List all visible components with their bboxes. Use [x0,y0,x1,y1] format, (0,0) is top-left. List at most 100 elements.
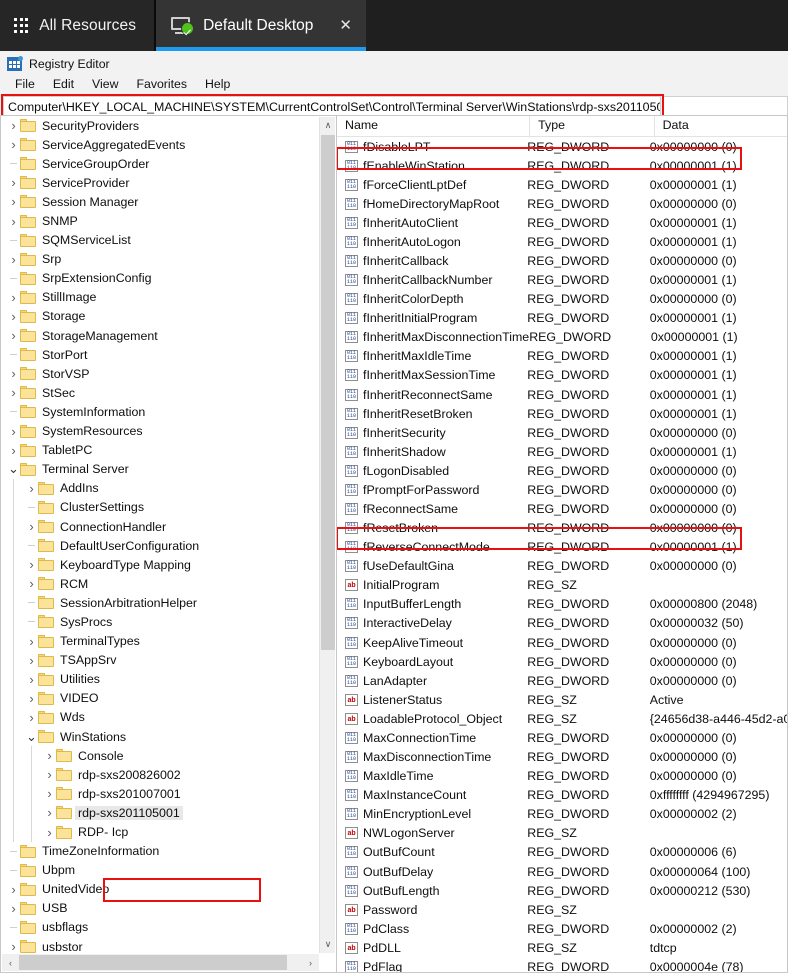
tree-item-usbstor[interactable]: › usbstor [1,937,320,954]
chevron-right-icon[interactable]: › [7,901,20,916]
chevron-right-icon[interactable]: › [25,653,38,668]
table-row[interactable]: MaxIdleTime REG_DWORD 0x00000000 (0) [337,767,787,786]
table-row[interactable]: PdDLL REG_SZ tdtcp [337,938,787,957]
table-row[interactable]: OutBufLength REG_DWORD 0x00000212 (530) [337,881,787,900]
chevron-right-icon[interactable]: › [7,175,20,190]
table-row[interactable]: fLogonDisabled REG_DWORD 0x00000000 (0) [337,461,787,480]
tree-item-storagemanagement[interactable]: › StorageManagement [1,326,320,345]
tree-item-usb[interactable]: › USB [1,899,320,918]
tree-scroll-thumb[interactable] [321,135,335,650]
table-row[interactable]: fInheritColorDepth REG_DWORD 0x00000000 (0… [337,290,787,309]
chevron-right-icon[interactable]: › [43,767,56,782]
table-row[interactable]: MaxInstanceCount REG_DWORD 0xffffffff (429… [337,786,787,805]
table-row[interactable]: MaxConnectionTime REG_DWORD 0x00000000 (0) [337,728,787,747]
tree-item-snmp[interactable]: › SNMP [1,211,320,230]
chevron-right-icon[interactable]: › [43,805,56,820]
table-row[interactable]: fInheritShadow REG_DWORD 0x00000001 (1) [337,442,787,461]
tree-item-stsec[interactable]: › StSec [1,383,320,402]
tree-item-utilities[interactable]: › Utilities [1,669,320,689]
tree-hscroll-thumb[interactable] [19,955,287,970]
tree-item-srpextensionconfig[interactable]: SrpExtensionConfig [1,269,320,288]
tree-item-systemresources[interactable]: › SystemResources [1,422,320,441]
tree-item-connectionhandler[interactable]: › ConnectionHandler [1,516,320,537]
tree-item-rdp-sxs201105001[interactable]: › rdp-sxs201105001 [1,803,320,823]
column-header-name[interactable]: Name [337,116,531,136]
table-row[interactable]: fInheritInitialProgram REG_DWORD 0x0000000… [337,309,787,328]
table-row[interactable]: PdFlag REG_DWORD 0x0000004e (78) [337,957,787,972]
chevron-right-icon[interactable]: › [7,214,20,229]
table-row[interactable]: PdClass REG_DWORD 0x00000002 (2) [337,919,787,938]
chevron-up-icon[interactable]: ∧ [320,117,336,134]
chevron-right-icon[interactable]: › [7,424,20,439]
tree-item-terminal-server[interactable]: ⌄ Terminal Server [1,460,320,479]
table-row[interactable]: OutBufCount REG_DWORD 0x00000006 (6) [337,843,787,862]
chevron-right-icon[interactable]: › [7,443,20,458]
table-row[interactable]: MaxDisconnectionTime REG_DWORD 0x00000000 … [337,748,787,767]
tree-item-systeminformation[interactable]: SystemInformation [1,402,320,421]
tree-item-storport[interactable]: StorPort [1,345,320,364]
tree-horizontal-scrollbar[interactable]: ‹ › [2,954,319,971]
tree-item-defaultuserconfiguration[interactable]: DefaultUserConfiguration [1,536,320,556]
menu-item-file[interactable]: File [6,75,44,93]
tree-item-securityproviders[interactable]: › SecurityProviders [1,116,320,135]
tree-item-stillimage[interactable]: › StillImage [1,288,320,307]
tree-item-addins[interactable]: › AddIns [1,478,320,498]
tree-item-storage[interactable]: › Storage [1,307,320,326]
tree-item-sysprocs[interactable]: SysProcs [1,612,320,632]
chevron-right-icon[interactable]: › [7,882,20,897]
tree-item-tabletpc[interactable]: › TabletPC [1,441,320,460]
chevron-right-icon[interactable]: › [7,118,20,133]
table-row[interactable]: fEnableWinStation REG_DWORD 0x00000001 (1) [337,156,787,175]
tree-vertical-scrollbar[interactable]: ∧ ∨ [319,117,335,953]
table-row[interactable]: fInheritSecurity REG_DWORD 0x00000000 (0) [337,423,787,442]
table-row[interactable]: LoadableProtocol_Object REG_SZ {24656d38-a… [337,709,787,728]
chevron-right-icon[interactable]: › [25,557,38,572]
chevron-right-icon[interactable]: › [7,366,20,381]
chevron-right-icon[interactable]: › [7,328,20,343]
tree-item-session-manager[interactable]: › Session Manager [1,192,320,211]
tab-all-resources[interactable]: All Resources [0,0,157,51]
table-row[interactable]: fInheritAutoClient REG_DWORD 0x00000001 (1… [337,213,787,232]
table-row[interactable]: fInheritMaxDisconnectionTimeREG_DWORD 0x0… [337,328,787,347]
table-row[interactable]: LanAdapter REG_DWORD 0x00000000 (0) [337,671,787,690]
chevron-right-icon[interactable]: › [302,954,319,971]
chevron-right-icon[interactable]: › [25,576,38,591]
chevron-right-icon[interactable]: › [43,825,56,840]
table-row[interactable]: fDisableLPT REG_DWORD 0x00000000 (0) [337,137,787,156]
chevron-down-icon[interactable]: ∨ [320,936,336,953]
chevron-right-icon[interactable]: › [7,385,20,400]
chevron-right-icon[interactable]: › [25,634,38,649]
table-row[interactable]: KeepAliveTimeout REG_DWORD 0x00000000 (0) [337,633,787,652]
registry-key-tree[interactable]: › SecurityProviders › ServiceAggregatedEven… [0,115,336,973]
table-row[interactable]: Password REG_SZ [337,900,787,919]
tree-item-storvsp[interactable]: › StorVSP [1,364,320,383]
table-row[interactable]: fInheritReconnectSame REG_DWORD 0x00000001… [337,385,787,404]
table-row[interactable]: fResetBroken REG_DWORD 0x00000000 (0) [337,519,787,538]
table-row[interactable]: fInheritAutoLogon REG_DWORD 0x00000001 (1) [337,232,787,251]
column-header-type[interactable]: Type [530,116,655,136]
chevron-left-icon[interactable]: ‹ [2,954,19,971]
table-row[interactable]: MinEncryptionLevel REG_DWORD 0x00000002 (2… [337,805,787,824]
tree-item-timezoneinformation[interactable]: TimeZoneInformation [1,842,320,861]
tree-item-wds[interactable]: › Wds [1,707,320,727]
table-row[interactable]: OutBufDelay REG_DWORD 0x00000064 (100) [337,862,787,881]
tree-item-clustersettings[interactable]: ClusterSettings [1,497,320,517]
chevron-right-icon[interactable]: › [43,786,56,801]
chevron-right-icon[interactable]: › [25,481,38,496]
tree-item-unitedvideo[interactable]: › UnitedVideo [1,880,320,899]
registry-value-list[interactable]: Name Type Data fDisableLPT REG_DWORD 0x000… [336,115,788,973]
table-row[interactable]: InputBufferLength REG_DWORD 0x00000800 (20… [337,595,787,614]
tree-item-servicegrouporder[interactable]: ServiceGroupOrder [1,154,320,173]
table-row[interactable]: fInheritMaxSessionTime REG_DWORD 0x0000000… [337,366,787,385]
tree-item-console[interactable]: › Console [1,746,320,766]
table-row[interactable]: InteractiveDelay REG_DWORD 0x00000032 (50) [337,614,787,633]
chevron-right-icon[interactable]: › [7,309,20,324]
chevron-down-icon[interactable]: ⌄ [7,461,20,477]
tree-item-rdp-sxs200826002[interactable]: › rdp-sxs200826002 [1,765,320,785]
table-row[interactable]: fForceClientLptDef REG_DWORD 0x00000001 (1… [337,175,787,194]
menu-item-favorites[interactable]: Favorites [127,75,196,93]
tree-item-sqmservicelist[interactable]: SQMServiceList [1,231,320,250]
tree-item-usbflags[interactable]: usbflags [1,918,320,937]
table-row[interactable]: ListenerStatus REG_SZ Active [337,690,787,709]
chevron-right-icon[interactable]: › [7,939,20,954]
